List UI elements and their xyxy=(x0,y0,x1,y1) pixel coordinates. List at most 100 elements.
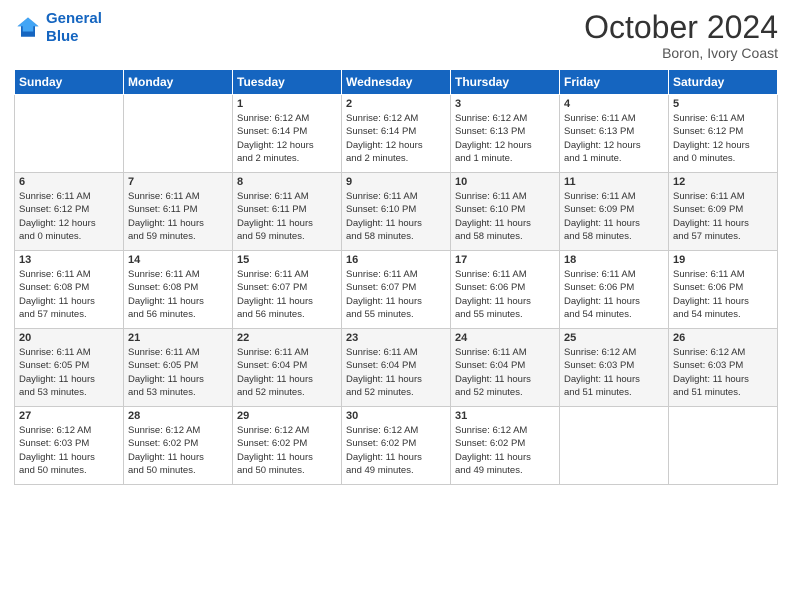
day-number: 13 xyxy=(19,254,119,266)
calendar-cell: 8Sunrise: 6:11 AM Sunset: 6:11 PM Daylig… xyxy=(233,173,342,251)
calendar-cell: 13 Sunrise: 6:11 AM Sunset: 6:08 PM Dayli… xyxy=(15,251,124,329)
calendar-header: SundayMondayTuesdayWednesdayThursdayFrid… xyxy=(15,70,778,95)
calendar-cell: 1 Sunrise: 6:12 AM Sunset: 6:14 PM Daylig… xyxy=(233,95,342,173)
calendar-cell: 30 Sunrise: 6:12 AM Sunset: 6:02 PM Dayli… xyxy=(342,407,451,485)
calendar-cell: 7Sunrise: 6:11 AM Sunset: 6:11 PM Daylig… xyxy=(124,173,233,251)
header-cell-monday: Monday xyxy=(124,70,233,95)
day-number: 21 xyxy=(128,332,228,344)
calendar-table: SundayMondayTuesdayWednesdayThursdayFrid… xyxy=(14,69,778,485)
month-year: October 2024 xyxy=(584,10,778,45)
day-number: 20 xyxy=(19,332,119,344)
day-number: 26 xyxy=(673,332,773,344)
day-info: Sunrise: 6:11 AM Sunset: 6:06 PM Dayligh… xyxy=(455,268,555,321)
day-info: Sunrise: 6:11 AM Sunset: 6:12 PM Dayligh… xyxy=(19,190,119,243)
calendar-cell: 27 Sunrise: 6:12 AM Sunset: 6:03 PM Dayli… xyxy=(15,407,124,485)
day-info: Sunrise: 6:11 AM Sunset: 6:04 PM Dayligh… xyxy=(455,346,555,399)
day-number: 25 xyxy=(564,332,664,344)
calendar-cell: 18 Sunrise: 6:11 AM Sunset: 6:06 PM Dayli… xyxy=(560,251,669,329)
day-info: Sunrise: 6:12 AM Sunset: 6:03 PM Dayligh… xyxy=(673,346,773,399)
calendar-cell: 24Sunrise: 6:11 AM Sunset: 6:04 PM Dayli… xyxy=(451,329,560,407)
header-row: SundayMondayTuesdayWednesdayThursdayFrid… xyxy=(15,70,778,95)
day-number: 27 xyxy=(19,410,119,422)
calendar-cell: 6Sunrise: 6:11 AM Sunset: 6:12 PM Daylig… xyxy=(15,173,124,251)
header-cell-thursday: Thursday xyxy=(451,70,560,95)
day-info: Sunrise: 6:11 AM Sunset: 6:11 PM Dayligh… xyxy=(128,190,228,243)
day-info: Sunrise: 6:11 AM Sunset: 6:05 PM Dayligh… xyxy=(19,346,119,399)
calendar-cell: 3 Sunrise: 6:12 AM Sunset: 6:13 PM Daylig… xyxy=(451,95,560,173)
header: General Blue October 2024 Boron, Ivory C… xyxy=(14,10,778,61)
day-info: Sunrise: 6:12 AM Sunset: 6:03 PM Dayligh… xyxy=(19,424,119,477)
header-cell-saturday: Saturday xyxy=(669,70,778,95)
calendar-cell xyxy=(124,95,233,173)
day-info: Sunrise: 6:11 AM Sunset: 6:07 PM Dayligh… xyxy=(346,268,446,321)
day-info: Sunrise: 6:11 AM Sunset: 6:04 PM Dayligh… xyxy=(346,346,446,399)
week-row-1: 1 Sunrise: 6:12 AM Sunset: 6:14 PM Daylig… xyxy=(15,95,778,173)
calendar-cell: 11Sunrise: 6:11 AM Sunset: 6:09 PM Dayli… xyxy=(560,173,669,251)
page: General Blue October 2024 Boron, Ivory C… xyxy=(0,0,792,612)
week-row-5: 27 Sunrise: 6:12 AM Sunset: 6:03 PM Dayli… xyxy=(15,407,778,485)
day-number: 29 xyxy=(237,410,337,422)
calendar-cell xyxy=(15,95,124,173)
logo: General Blue xyxy=(14,10,102,46)
calendar-body: 1 Sunrise: 6:12 AM Sunset: 6:14 PM Daylig… xyxy=(15,95,778,485)
logo-icon xyxy=(14,14,42,42)
calendar-cell: 9 Sunrise: 6:11 AM Sunset: 6:10 PM Daylig… xyxy=(342,173,451,251)
day-number: 3 xyxy=(455,98,555,110)
day-info: Sunrise: 6:12 AM Sunset: 6:02 PM Dayligh… xyxy=(455,424,555,477)
day-number: 23 xyxy=(346,332,446,344)
calendar-cell: 17Sunrise: 6:11 AM Sunset: 6:06 PM Dayli… xyxy=(451,251,560,329)
calendar-cell: 31 Sunrise: 6:12 AM Sunset: 6:02 PM Dayli… xyxy=(451,407,560,485)
calendar-cell: 20 Sunrise: 6:11 AM Sunset: 6:05 PM Dayli… xyxy=(15,329,124,407)
day-info: Sunrise: 6:11 AM Sunset: 6:07 PM Dayligh… xyxy=(237,268,337,321)
day-number: 31 xyxy=(455,410,555,422)
calendar-cell xyxy=(560,407,669,485)
day-info: Sunrise: 6:11 AM Sunset: 6:08 PM Dayligh… xyxy=(19,268,119,321)
day-info: Sunrise: 6:12 AM Sunset: 6:13 PM Dayligh… xyxy=(455,112,555,165)
day-info: Sunrise: 6:11 AM Sunset: 6:06 PM Dayligh… xyxy=(673,268,773,321)
day-number: 1 xyxy=(237,98,337,110)
location: Boron, Ivory Coast xyxy=(584,45,778,61)
calendar-cell: 10Sunrise: 6:11 AM Sunset: 6:10 PM Dayli… xyxy=(451,173,560,251)
logo-line2: Blue xyxy=(46,28,79,45)
title-block: October 2024 Boron, Ivory Coast xyxy=(584,10,778,61)
day-number: 14 xyxy=(128,254,228,266)
header-cell-friday: Friday xyxy=(560,70,669,95)
day-number: 15 xyxy=(237,254,337,266)
header-cell-tuesday: Tuesday xyxy=(233,70,342,95)
logo-text: General Blue xyxy=(46,10,102,46)
day-number: 9 xyxy=(346,176,446,188)
day-info: Sunrise: 6:11 AM Sunset: 6:10 PM Dayligh… xyxy=(346,190,446,243)
day-number: 19 xyxy=(673,254,773,266)
day-info: Sunrise: 6:12 AM Sunset: 6:14 PM Dayligh… xyxy=(237,112,337,165)
day-info: Sunrise: 6:12 AM Sunset: 6:02 PM Dayligh… xyxy=(346,424,446,477)
day-info: Sunrise: 6:11 AM Sunset: 6:04 PM Dayligh… xyxy=(237,346,337,399)
calendar-cell: 29 Sunrise: 6:12 AM Sunset: 6:02 PM Dayli… xyxy=(233,407,342,485)
day-info: Sunrise: 6:11 AM Sunset: 6:06 PM Dayligh… xyxy=(564,268,664,321)
day-info: Sunrise: 6:12 AM Sunset: 6:03 PM Dayligh… xyxy=(564,346,664,399)
calendar-cell: 2 Sunrise: 6:12 AM Sunset: 6:14 PM Daylig… xyxy=(342,95,451,173)
day-number: 22 xyxy=(237,332,337,344)
calendar-cell: 23 Sunrise: 6:11 AM Sunset: 6:04 PM Dayli… xyxy=(342,329,451,407)
day-number: 30 xyxy=(346,410,446,422)
week-row-3: 13 Sunrise: 6:11 AM Sunset: 6:08 PM Dayli… xyxy=(15,251,778,329)
day-number: 5 xyxy=(673,98,773,110)
day-info: Sunrise: 6:11 AM Sunset: 6:09 PM Dayligh… xyxy=(564,190,664,243)
calendar-cell: 25 Sunrise: 6:12 AM Sunset: 6:03 PM Dayli… xyxy=(560,329,669,407)
day-info: Sunrise: 6:11 AM Sunset: 6:13 PM Dayligh… xyxy=(564,112,664,165)
logo-line1: General xyxy=(46,10,102,27)
calendar-cell xyxy=(669,407,778,485)
day-number: 8 xyxy=(237,176,337,188)
day-number: 18 xyxy=(564,254,664,266)
day-info: Sunrise: 6:11 AM Sunset: 6:08 PM Dayligh… xyxy=(128,268,228,321)
calendar-cell: 16 Sunrise: 6:11 AM Sunset: 6:07 PM Dayli… xyxy=(342,251,451,329)
day-info: Sunrise: 6:11 AM Sunset: 6:12 PM Dayligh… xyxy=(673,112,773,165)
calendar-cell: 4Sunrise: 6:11 AM Sunset: 6:13 PM Daylig… xyxy=(560,95,669,173)
header-cell-wednesday: Wednesday xyxy=(342,70,451,95)
calendar-cell: 5 Sunrise: 6:11 AM Sunset: 6:12 PM Daylig… xyxy=(669,95,778,173)
day-info: Sunrise: 6:12 AM Sunset: 6:02 PM Dayligh… xyxy=(237,424,337,477)
calendar-cell: 22 Sunrise: 6:11 AM Sunset: 6:04 PM Dayli… xyxy=(233,329,342,407)
day-info: Sunrise: 6:11 AM Sunset: 6:05 PM Dayligh… xyxy=(128,346,228,399)
day-info: Sunrise: 6:12 AM Sunset: 6:14 PM Dayligh… xyxy=(346,112,446,165)
day-number: 16 xyxy=(346,254,446,266)
day-number: 2 xyxy=(346,98,446,110)
